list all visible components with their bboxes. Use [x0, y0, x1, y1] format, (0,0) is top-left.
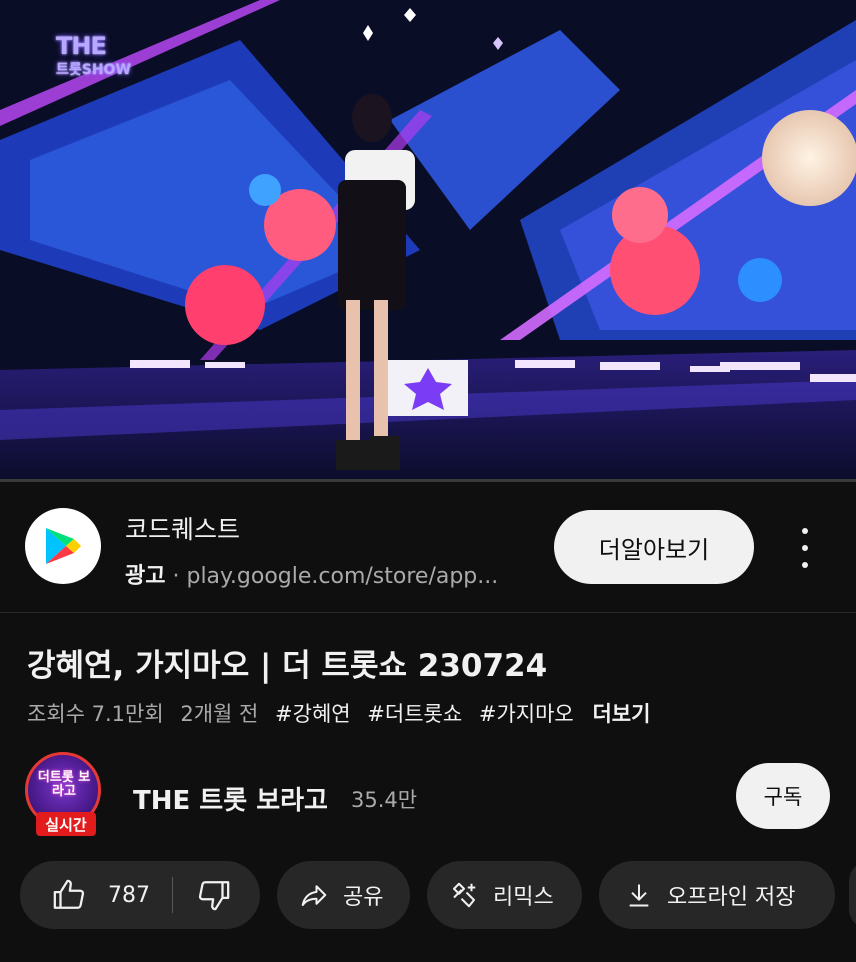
- dislike-button[interactable]: [197, 878, 231, 912]
- remix-label: 리믹스: [493, 885, 554, 910]
- like-button[interactable]: 787: [20, 878, 150, 912]
- hashtag-link[interactable]: #강혜연: [275, 702, 351, 726]
- subscribe-button[interactable]: 구독: [736, 763, 830, 829]
- like-separator: [172, 877, 173, 913]
- remix-icon: [453, 882, 476, 908]
- broadcast-logo: THE 트롯SHOW: [56, 32, 131, 78]
- view-count: 조회수 7.1만회: [27, 702, 164, 726]
- divider: [0, 612, 856, 613]
- ad-url: play.google.com/store/app...: [186, 564, 499, 589]
- more-vertical-icon[interactable]: [792, 528, 818, 568]
- like-dislike-chip: 787: [20, 861, 260, 929]
- ad-label: 광고: [125, 564, 166, 589]
- google-play-icon[interactable]: [25, 508, 101, 584]
- ad-subtitle: 광고 · play.google.com/store/app...: [125, 558, 498, 590]
- share-icon: [301, 885, 327, 906]
- like-icon: [53, 879, 85, 909]
- video-meta[interactable]: 조회수 7.1만회 2개월 전 #강혜연 #더트롯쇼 #가지마오 더보기: [27, 698, 660, 728]
- video-title[interactable]: 강혜연, 가지마오 | 더 트롯쇼 230724: [27, 640, 547, 685]
- upload-age: 2개월 전: [180, 702, 259, 726]
- remix-button[interactable]: 리믹스: [427, 861, 582, 929]
- share-button[interactable]: 공유: [277, 861, 410, 929]
- avatar-text: 더트롯 보라고: [37, 770, 91, 799]
- ad-separator: ·: [172, 564, 180, 589]
- hashtag-link[interactable]: #더트롯쇼: [367, 702, 462, 726]
- play-store-triangle-icon: [46, 528, 81, 564]
- share-label: 공유: [343, 885, 384, 910]
- download-icon: [629, 884, 649, 907]
- hashtag-link[interactable]: #가지마오: [479, 702, 574, 726]
- channel-name[interactable]: THE 트롯 보라고: [133, 780, 328, 817]
- learn-more-button[interactable]: 더알아보기: [554, 510, 754, 584]
- subscriber-count: 35.4만: [351, 788, 418, 812]
- like-count: 787: [108, 882, 150, 908]
- download-label: 오프라인 저장: [667, 885, 796, 910]
- next-action-chip[interactable]: [849, 861, 856, 929]
- live-badge: 실시간: [36, 812, 96, 836]
- download-button[interactable]: 오프라인 저장: [599, 861, 835, 929]
- ad-title[interactable]: 코드퀘스트: [125, 510, 240, 546]
- video-player[interactable]: THE 트롯SHOW: [0, 0, 856, 482]
- show-more-link[interactable]: 더보기: [592, 702, 650, 726]
- dislike-icon: [198, 881, 230, 911]
